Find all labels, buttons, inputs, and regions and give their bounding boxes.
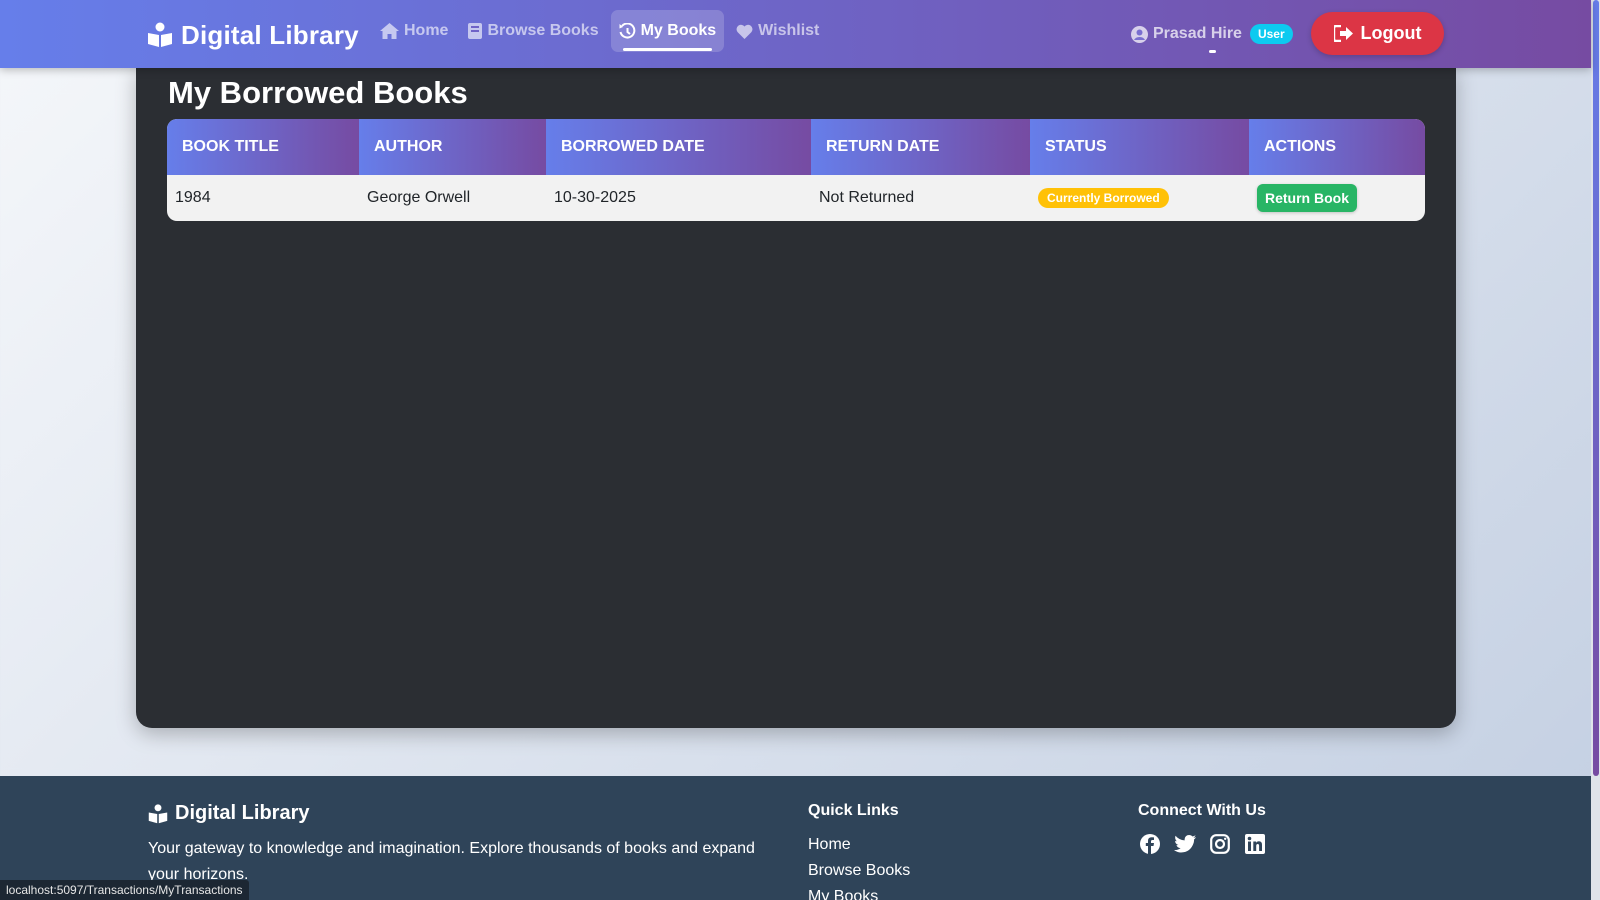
quick-links-title: Quick Links bbox=[808, 802, 899, 819]
heart-icon bbox=[736, 24, 753, 39]
status-cell: Currently Borrowed bbox=[1030, 175, 1249, 221]
column-header: Return Date bbox=[811, 119, 1030, 175]
nav-wishlist[interactable]: Wishlist bbox=[728, 10, 827, 52]
role-badge: User bbox=[1249, 24, 1293, 44]
nav-browse-label: Browse Books bbox=[487, 22, 599, 39]
table-row: 1984 George Orwell 10-30-2025 Not Return… bbox=[167, 175, 1425, 221]
nav-browse-books[interactable]: Browse Books bbox=[460, 10, 606, 52]
user-circle-icon bbox=[1131, 25, 1148, 43]
actions-cell: Return Book bbox=[1249, 175, 1425, 221]
nav-my-books-label: My Books bbox=[640, 22, 717, 39]
home-icon bbox=[380, 23, 399, 39]
history-icon bbox=[619, 22, 635, 38]
nav-home[interactable]: Home bbox=[372, 10, 456, 52]
linkedin-icon[interactable] bbox=[1243, 832, 1267, 856]
return-book-button[interactable]: Return Book bbox=[1257, 184, 1357, 212]
book-title-cell: 1984 bbox=[175, 189, 211, 206]
footer-brand: Digital Library bbox=[148, 802, 309, 825]
column-header: Author bbox=[359, 119, 546, 175]
status-badge: Currently Borrowed bbox=[1038, 188, 1169, 208]
column-header: Borrowed Date bbox=[546, 119, 811, 175]
user-menu-indicator bbox=[1209, 50, 1216, 53]
footer-link-my-books[interactable]: My Books bbox=[808, 884, 910, 900]
social-links bbox=[1138, 832, 1267, 856]
nav-links: Home Browse Books My Books Wishlist bbox=[372, 10, 831, 52]
logout-button[interactable]: Logout bbox=[1311, 12, 1444, 55]
user-menu[interactable]: Prasad Hire User bbox=[1131, 20, 1293, 48]
nav-my-books[interactable]: My Books bbox=[610, 10, 725, 52]
author-cell: George Orwell bbox=[367, 189, 471, 206]
book-icon bbox=[468, 23, 483, 39]
footer-link-home[interactable]: Home bbox=[808, 832, 910, 858]
nav-wishlist-label: Wishlist bbox=[758, 22, 820, 39]
footer-link-browse-books[interactable]: Browse Books bbox=[808, 858, 910, 884]
nav-home-label: Home bbox=[404, 22, 449, 39]
borrowed-date-cell: 10-30-2025 bbox=[554, 189, 636, 206]
return-date-cell: Not Returned bbox=[819, 189, 915, 206]
twitter-icon[interactable] bbox=[1173, 832, 1197, 856]
status-bar-url: localhost:5097/Transactions/MyTransactio… bbox=[0, 880, 249, 900]
column-header: Status bbox=[1030, 119, 1249, 175]
book-reader-icon bbox=[148, 803, 168, 823]
footer-brand-title: Digital Library bbox=[175, 802, 310, 824]
table-header-row: Book Title Author Borrowed Date Return D… bbox=[167, 119, 1425, 175]
book-reader-icon bbox=[148, 22, 172, 47]
connect-title: Connect With Us bbox=[1138, 802, 1266, 819]
page-title: My Borrowed Books bbox=[168, 75, 468, 110]
instagram-icon[interactable] bbox=[1208, 832, 1232, 856]
brand-link[interactable]: Digital Library bbox=[147, 18, 359, 52]
logout-label: Logout bbox=[1360, 23, 1422, 43]
column-header: Book Title bbox=[167, 119, 359, 175]
column-header: Actions bbox=[1249, 119, 1425, 175]
quick-links: Home Browse Books My Books bbox=[808, 832, 910, 900]
brand-title: Digital Library bbox=[181, 19, 359, 50]
sign-out-icon bbox=[1333, 25, 1353, 42]
scrollbar-thumb[interactable] bbox=[1593, 0, 1599, 776]
top-navbar: Digital Library Home Browse Books My Boo… bbox=[0, 0, 1591, 68]
user-name: Prasad Hire bbox=[1153, 25, 1242, 42]
facebook-icon[interactable] bbox=[1138, 832, 1162, 856]
borrowed-books-table: Book Title Author Borrowed Date Return D… bbox=[167, 119, 1425, 221]
